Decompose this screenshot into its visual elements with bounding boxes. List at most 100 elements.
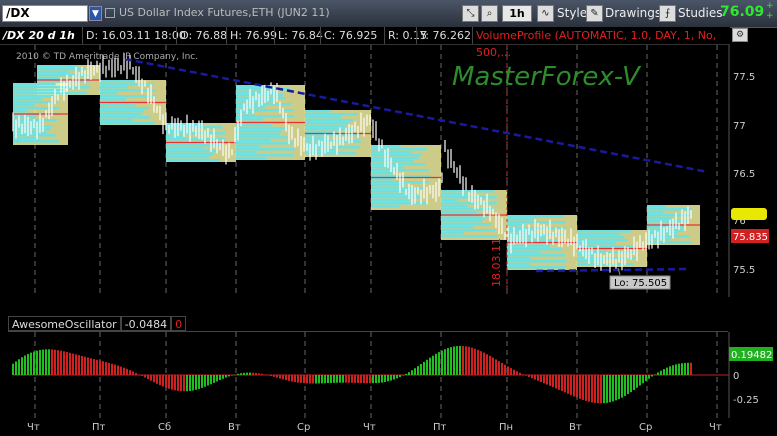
volume-row	[13, 95, 54, 98]
volume-row	[647, 205, 666, 208]
volume-row	[236, 127, 287, 130]
studies-icon[interactable]: ⨍	[659, 5, 676, 22]
time-axis-label: Чт	[363, 422, 376, 433]
volume-row	[371, 160, 414, 163]
current-price-label: 75.835	[733, 232, 768, 243]
volume-row	[13, 128, 51, 131]
volume-row	[166, 138, 226, 141]
volume-row	[441, 202, 497, 205]
volume-row	[100, 110, 144, 113]
time-axis-label: Чт	[27, 422, 40, 433]
volume-row	[647, 241, 692, 244]
volume-row	[166, 147, 205, 150]
volume-row	[371, 157, 419, 160]
time-axis-label: Сб	[158, 422, 172, 433]
volume-row	[166, 150, 217, 153]
pencil-icon[interactable]: ✎	[586, 5, 603, 22]
volume-row	[441, 205, 468, 208]
volume-row	[13, 134, 56, 137]
volume-row	[100, 80, 137, 83]
low-label: Lo: 75.505	[614, 278, 667, 289]
indicator-tick-label: 0	[733, 371, 739, 382]
volume-row	[305, 125, 346, 128]
volume-row	[13, 140, 59, 143]
volume-row	[371, 145, 401, 148]
zoom-icon[interactable]: ⌕	[481, 5, 498, 22]
volume-row	[441, 217, 486, 220]
volume-row	[507, 245, 550, 248]
volume-row	[371, 196, 422, 199]
volume-row	[507, 218, 535, 221]
volume-row	[100, 113, 142, 116]
volume-row	[236, 109, 295, 112]
volume-row	[441, 190, 495, 193]
time-axis-label: Пт	[92, 422, 106, 433]
volume-row	[441, 223, 492, 226]
volume-row	[13, 131, 47, 134]
volume-row	[100, 98, 127, 101]
volume-row	[577, 236, 625, 239]
timeframe-button[interactable]: 1h	[502, 5, 532, 22]
chart-style-icon[interactable]: ∿	[537, 5, 554, 22]
volume-row	[441, 232, 464, 235]
volume-row	[507, 254, 566, 257]
volume-row	[166, 153, 214, 156]
volume-row	[507, 257, 530, 260]
volume-row	[100, 116, 151, 119]
price-arrows-icon: + +	[766, 1, 774, 21]
time-axis-label: Пт	[433, 422, 447, 433]
volume-row	[13, 110, 28, 113]
crosshair-icon[interactable]: ⤡	[462, 5, 479, 22]
volume-row	[37, 68, 85, 71]
volume-row	[647, 211, 664, 214]
bid-ask-marker	[731, 208, 767, 220]
bar-date: D: 16.03.11 18:00	[82, 27, 189, 44]
volume-row	[507, 251, 541, 254]
volume-row	[647, 226, 684, 229]
volume-row	[371, 205, 400, 208]
volume-row	[236, 139, 271, 142]
volume-row	[507, 215, 564, 218]
studies-button[interactable]: Studies	[678, 4, 723, 22]
volume-row	[577, 260, 605, 263]
volume-row	[305, 113, 359, 116]
indicator-value: -0.0484	[120, 316, 172, 331]
volume-profile-label[interactable]: VolumeProfile (AUTOMATIC, 1.0, DAY, 1, N…	[472, 27, 730, 59]
symbol-input[interactable]: /DX	[2, 5, 88, 22]
symbol-dropdown-button[interactable]: ▼	[89, 6, 102, 21]
volume-row	[37, 65, 78, 68]
volume-row	[100, 86, 128, 89]
volume-row	[236, 118, 263, 121]
volume-row	[236, 85, 269, 88]
volume-row	[236, 145, 261, 148]
symbol-link-icon[interactable]	[105, 8, 115, 18]
price-axis: 77.57776.57675.5	[728, 45, 755, 297]
indicator-chart[interactable]: 0 -0.25 0.19482	[0, 332, 777, 418]
volume-row	[305, 128, 356, 131]
volume-row	[37, 71, 69, 74]
time-axis-label: Ср	[297, 422, 311, 433]
volume-row	[371, 202, 428, 205]
volume-row	[305, 116, 342, 119]
volume-row	[100, 92, 118, 95]
volume-row	[577, 233, 620, 236]
volume-row	[647, 217, 672, 220]
volume-row	[507, 266, 566, 269]
volume-row	[507, 263, 530, 266]
time-axis-label: Вт	[569, 422, 582, 433]
indicator-header: AwesomeOscillator -0.0484 0	[8, 316, 187, 331]
bar-close: C: 76.925	[320, 27, 380, 44]
volume-row	[507, 227, 567, 230]
drawings-button[interactable]: Drawings	[605, 4, 661, 22]
volume-row	[236, 142, 293, 145]
indicator-name[interactable]: AwesomeOscillator	[8, 316, 121, 331]
cursor-y: Y: 76.262	[416, 27, 474, 44]
style-button[interactable]: Style	[557, 4, 587, 22]
chart-settings-icon[interactable]: ⚙	[732, 28, 748, 42]
price-tick-label: 77	[733, 121, 746, 132]
volume-row	[305, 137, 328, 140]
toolbar: /DX ▼ US Dollar Index Futures,ETH (JUN2 …	[0, 0, 777, 28]
watermark-text: MasterForex-V	[452, 62, 642, 92]
volume-row	[371, 154, 422, 157]
price-chart[interactable]: 18.03.11 2010 © TD Ameritrade IP Company…	[0, 45, 777, 310]
